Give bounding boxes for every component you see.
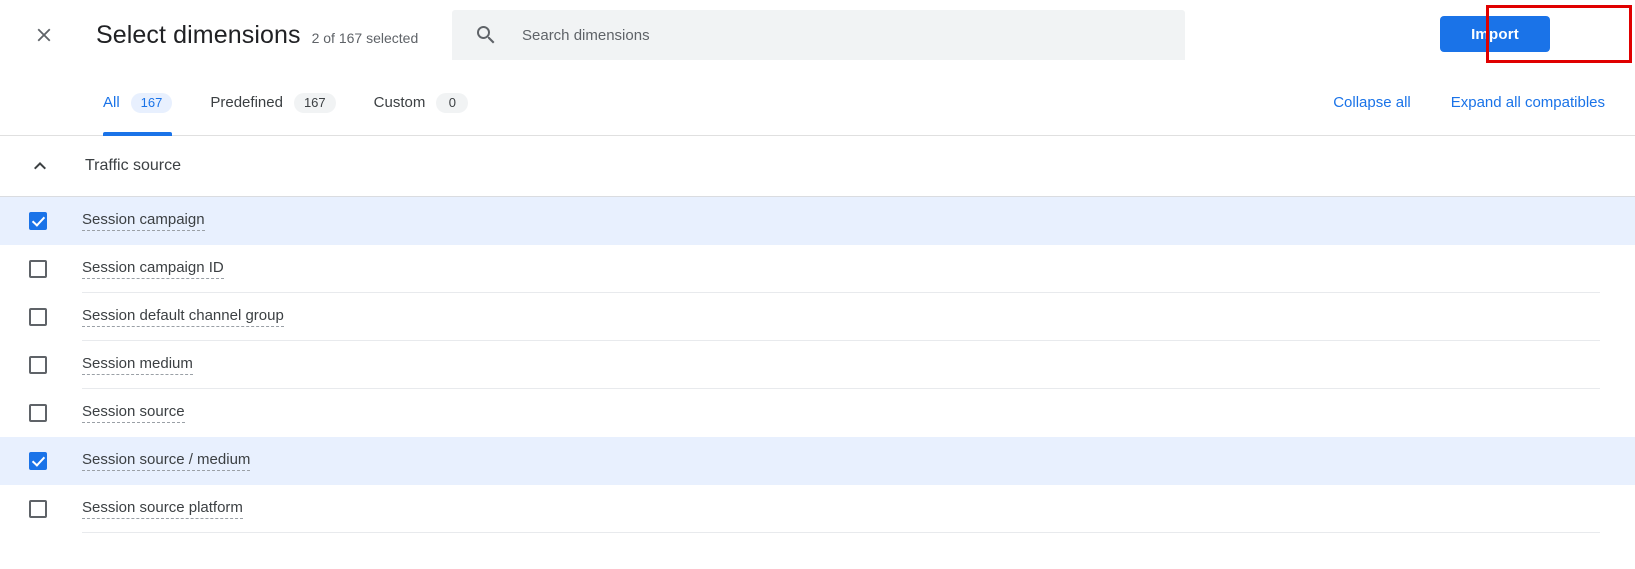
tab-custom[interactable]: Custom 0: [374, 70, 469, 135]
row-label: Session source / medium: [82, 451, 251, 471]
row-label: Session source platform: [82, 499, 243, 519]
title-block: Select dimensions 2 of 167 selected: [96, 20, 418, 50]
collapse-all-button[interactable]: Collapse all: [1333, 94, 1411, 111]
table-row[interactable]: Session campaign ID: [0, 245, 1635, 293]
tab-custom-label: Custom: [373, 94, 426, 111]
page-title: Select dimensions: [96, 21, 301, 49]
tabs-bar: All 167 Predefined 167 Custom 0 Collapse…: [0, 70, 1635, 136]
table-row[interactable]: Session source platform: [0, 485, 1635, 533]
tab-actions: Collapse all Expand all compatibles: [1293, 94, 1605, 111]
row-label: Session default channel group: [82, 307, 284, 327]
tab-predefined-badge: 167: [293, 92, 336, 113]
search-icon: [452, 23, 522, 47]
table-row[interactable]: Session source / medium: [0, 437, 1635, 485]
table-row[interactable]: Session medium: [0, 341, 1635, 389]
dialog-header: Select dimensions 2 of 167 selected Impo…: [0, 0, 1635, 70]
dimension-list: Session campaign Session campaign ID Ses…: [0, 197, 1635, 533]
row-checkbox[interactable]: [29, 500, 47, 518]
tab-custom-badge: 0: [436, 92, 469, 113]
search-box[interactable]: [452, 10, 1185, 60]
close-icon: [33, 24, 55, 46]
tab-all[interactable]: All 167: [103, 70, 173, 136]
row-checkbox[interactable]: [29, 452, 47, 470]
tab-all-label: All: [103, 94, 120, 111]
group-header-traffic-source[interactable]: Traffic source: [0, 136, 1635, 197]
row-label: Session medium: [82, 355, 193, 375]
tab-all-badge: 167: [130, 92, 173, 113]
table-row[interactable]: Session campaign: [0, 197, 1635, 245]
table-row[interactable]: Session default channel group: [0, 293, 1635, 341]
row-checkbox[interactable]: [29, 356, 47, 374]
row-checkbox[interactable]: [29, 404, 47, 422]
row-label: Session source: [82, 403, 185, 423]
tabs: All 167 Predefined 167 Custom 0: [103, 70, 506, 136]
search-input[interactable]: [522, 10, 1185, 60]
table-row[interactable]: Session source: [0, 389, 1635, 437]
row-checkbox[interactable]: [29, 212, 47, 230]
selection-count: 2 of 167 selected: [311, 30, 419, 46]
row-separator: [82, 532, 1600, 533]
tab-predefined-label: Predefined: [210, 94, 283, 111]
expand-all-compatibles-button[interactable]: Expand all compatibles: [1451, 94, 1605, 111]
row-checkbox[interactable]: [29, 308, 47, 326]
chevron-up-icon: [0, 154, 85, 178]
row-checkbox[interactable]: [29, 260, 47, 278]
import-button[interactable]: Import: [1440, 16, 1550, 52]
tab-predefined[interactable]: Predefined 167: [210, 70, 336, 135]
group-title: Traffic source: [85, 157, 182, 174]
row-label: Session campaign ID: [82, 259, 224, 279]
close-button[interactable]: [22, 13, 66, 57]
row-label: Session campaign: [82, 211, 205, 231]
